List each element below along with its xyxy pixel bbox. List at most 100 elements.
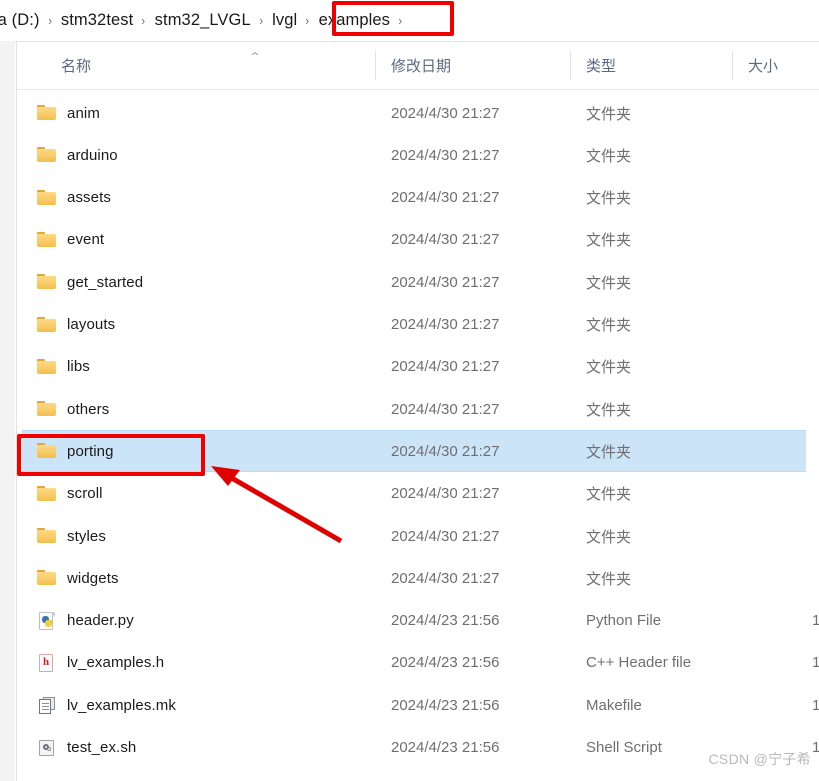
table-row[interactable]: get_started 2024/4/30 21:27 文件夹 [17,261,819,303]
file-name-label: libs [67,358,90,376]
c-header-file-icon: h [37,653,58,672]
cell-type: 文件夹 [586,570,632,588]
cell-name[interactable]: scroll [37,473,367,515]
column-header-name[interactable]: 名称 ⌃ [45,42,375,89]
cell-name[interactable]: anim [37,92,367,134]
cell-size: 1 [812,654,819,672]
sort-ascending-icon: ⌃ [248,50,262,64]
chevron-right-icon: › [259,13,263,28]
column-header-name-label: 名称 [61,58,92,75]
file-name-label: anim [67,104,100,122]
cell-name[interactable]: h lv_examples.h [37,642,367,684]
file-name-label: get_started [67,273,144,291]
cell-type: 文件夹 [586,443,632,461]
cell-size: 1 [812,696,819,714]
folder-icon [37,104,58,122]
cell-size [732,473,819,515]
breadcrumb-item-stm32-lvgl[interactable]: stm32_LVGL [150,8,256,33]
cell-name[interactable]: widgets [37,557,367,599]
cell-size: 1 [812,612,819,630]
cell-date-modified: 2024/4/30 21:27 [391,231,500,249]
cell-type: 文件夹 [586,401,632,419]
table-row[interactable]: scroll 2024/4/30 21:27 文件夹 [17,473,819,515]
file-name-label: styles [67,527,106,545]
cell-date-modified: 2024/4/30 21:27 [391,442,500,460]
table-row[interactable]: anim 2024/4/30 21:27 文件夹 [17,92,819,134]
cell-name[interactable]: lv_examples.mk [37,684,367,726]
column-header-date-label: 修改日期 [391,58,452,75]
cell-name[interactable]: get_started [37,261,367,303]
column-header-size[interactable]: 大小 [732,42,819,89]
cell-date-modified: 2024/4/30 21:27 [391,485,500,503]
cell-type: C++ Header file [586,654,692,672]
cell-size [732,515,819,557]
file-name-label: widgets [67,569,119,587]
shell-script-icon [37,739,58,757]
table-row[interactable]: event 2024/4/30 21:27 文件夹 [17,219,819,261]
table-row[interactable]: layouts 2024/4/30 21:27 文件夹 [17,304,819,346]
file-name-label: lv_examples.h [67,654,165,672]
cell-name[interactable]: porting [37,430,367,472]
column-header-type[interactable]: 类型 [570,42,732,89]
file-name-label: others [67,400,110,418]
address-bar[interactable]: ta (D:) › stm32test › stm32_LVGL › lvgl … [0,0,819,41]
cell-type: 文件夹 [586,528,632,546]
cell-name[interactable]: libs [37,346,367,388]
table-row[interactable]: libs 2024/4/30 21:27 文件夹 [17,346,819,388]
cell-date-modified: 2024/4/23 21:56 [391,612,500,630]
cell-name[interactable]: event [37,219,367,261]
chevron-right-icon: › [305,13,310,28]
cell-date-modified: 2024/4/23 21:56 [391,739,500,756]
file-list[interactable]: anim 2024/4/30 21:27 文件夹 arduino 2024/4/30 2… [17,90,819,781]
cell-name[interactable]: test_ex.sh [37,727,367,769]
cell-type: Python File [586,612,662,630]
file-name-label: test_ex.sh [67,739,137,756]
table-row[interactable]: styles 2024/4/30 21:27 文件夹 [17,515,819,557]
chevron-right-icon: › [398,13,403,28]
folder-icon [37,400,58,418]
cell-date-modified: 2024/4/30 21:27 [391,273,500,291]
cell-name[interactable]: layouts [37,304,367,346]
table-row[interactable]: test_ex.sh 2024/4/23 21:56 Shell Script 1 [17,727,819,769]
table-row[interactable]: porting 2024/4/30 21:27 文件夹 [17,430,819,473]
cell-size [732,92,819,134]
cell-size [732,557,819,599]
cell-type: 文件夹 [586,486,632,504]
cell-name[interactable]: assets [37,177,367,219]
breadcrumb-item-drive[interactable]: ta (D:) [0,8,45,33]
cell-size [732,430,819,472]
cell-name[interactable]: header.py [37,600,367,642]
cell-size [732,219,819,261]
folder-icon [37,527,58,545]
cell-date-modified: 2024/4/30 21:27 [391,104,500,122]
csdn-watermark: CSDN @宁子希 [708,751,811,767]
breadcrumb-item-examples[interactable]: examples [314,8,395,33]
table-row[interactable]: arduino 2024/4/30 21:27 文件夹 [17,134,819,176]
file-name-label: assets [67,189,111,207]
folder-icon [37,485,58,503]
file-name-label: event [67,231,105,249]
file-name-label: header.py [67,612,134,630]
chevron-right-icon: › [47,13,52,28]
folder-icon [37,273,58,291]
table-row[interactable]: widgets 2024/4/30 21:27 文件夹 [17,557,819,599]
breadcrumb-item-lvgl[interactable]: lvgl [267,8,302,33]
cell-size [732,177,819,219]
table-row[interactable]: others 2024/4/30 21:27 文件夹 [17,388,819,430]
file-name-label: porting [67,442,114,460]
python-file-icon [37,611,58,630]
cell-date-modified: 2024/4/30 21:27 [391,527,500,545]
cell-name[interactable]: styles [37,515,367,557]
table-row[interactable]: lv_examples.mk 2024/4/23 21:56 Makefile 1 [17,684,819,726]
breadcrumb-item-stm32test[interactable]: stm32test [56,8,138,33]
makefile-icon [37,696,58,715]
cell-name[interactable]: others [37,388,367,430]
table-row[interactable]: h lv_examples.h 2024/4/23 21:56 C++ Header … [17,642,819,684]
table-row[interactable]: assets 2024/4/30 21:27 文件夹 [17,177,819,219]
table-row[interactable]: header.py 2024/4/23 21:56 Python File 1 [17,600,819,642]
cell-size [732,388,819,430]
column-header-date-modified[interactable]: 修改日期 [375,42,570,89]
cell-name[interactable]: arduino [37,134,367,176]
cell-type: Makefile [586,696,642,714]
cell-type: 文件夹 [586,359,632,377]
